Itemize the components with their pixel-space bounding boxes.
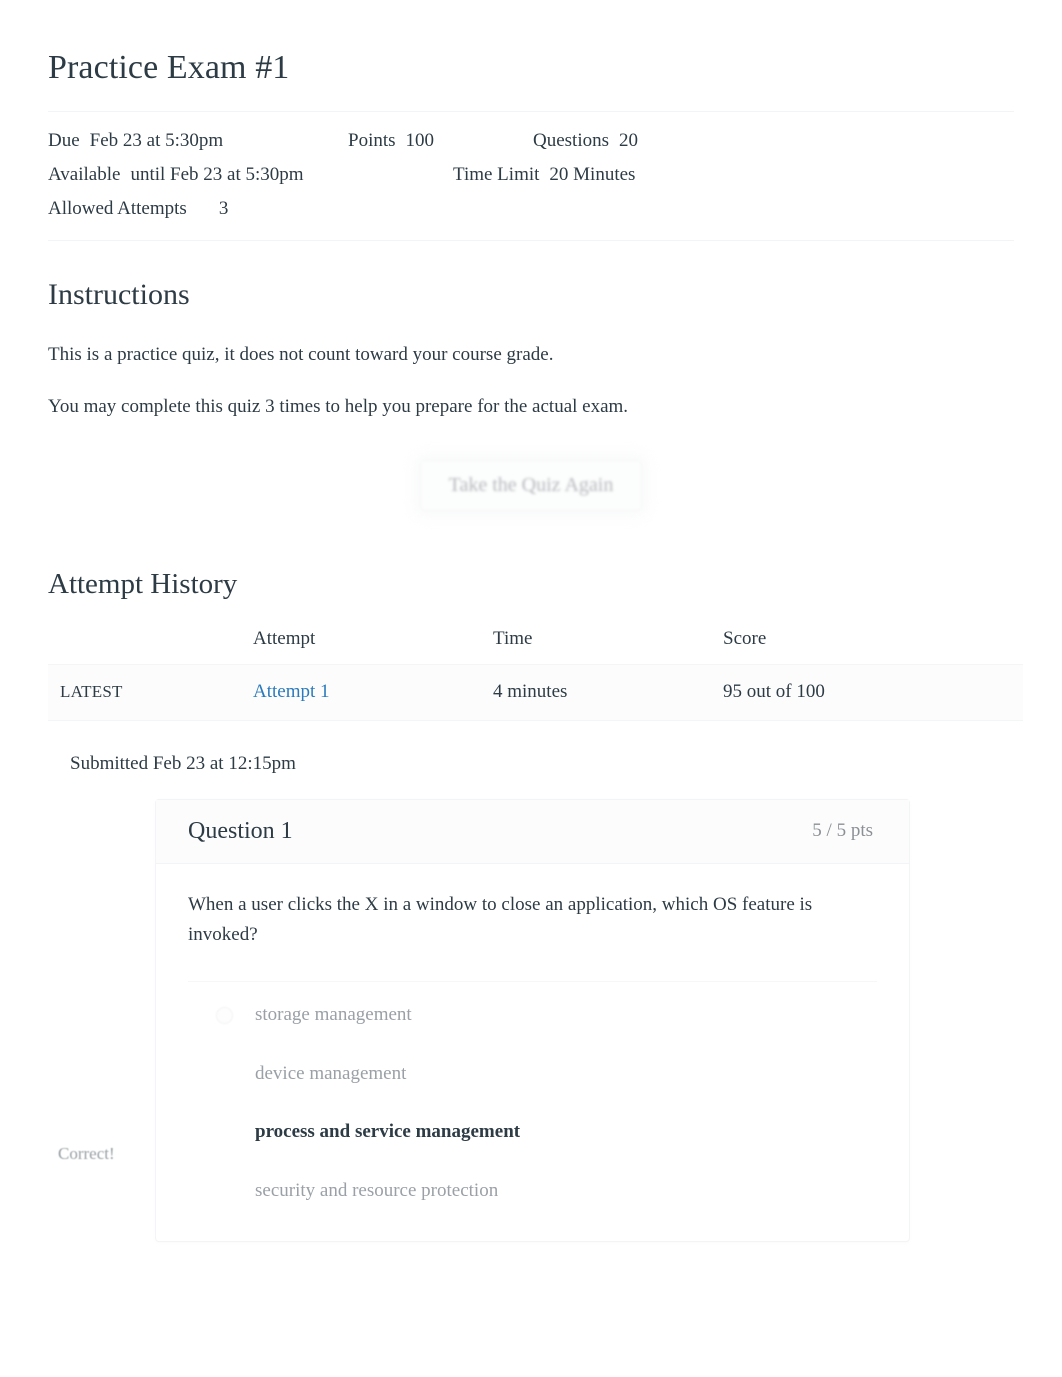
column-header-blank xyxy=(48,628,253,665)
answer-option-2[interactable]: device management xyxy=(188,1045,877,1104)
meta-allowed-attempts-value: 3 xyxy=(218,197,229,219)
question-card: Question 1 5 / 5 pts When a user clicks … xyxy=(155,798,910,1242)
attempt-history-heading: Attempt History xyxy=(48,567,238,600)
meta-points-label: Points xyxy=(348,129,396,151)
attempt-history-header-row: Attempt Time Score xyxy=(48,628,1023,665)
answer-option-2-label: device management xyxy=(255,1062,407,1084)
meta-time-limit-label: Time Limit xyxy=(453,163,540,185)
quiz-meta-row-3: Allowed Attempts 3 xyxy=(48,192,1014,226)
answer-option-4-label: security and resource protection xyxy=(255,1179,499,1201)
table-row: LATEST Attempt 1 4 minutes 95 out of 100 xyxy=(48,664,1023,721)
meta-questions: Questions 20 xyxy=(533,124,733,158)
meta-allowed-attempts: Allowed Attempts 3 xyxy=(48,192,228,226)
take-quiz-again-wrapper: Take the Quiz Again xyxy=(0,459,1062,511)
instructions-body: This is a practice quiz, it does not cou… xyxy=(0,341,1062,422)
quiz-meta-row-1: Due Feb 23 at 5:30pm Points 100 Question… xyxy=(48,124,1014,158)
status-badge: LATEST xyxy=(60,681,123,701)
meta-time-limit-value: 20 Minutes xyxy=(549,163,636,185)
meta-time-limit: Time Limit 20 Minutes xyxy=(453,158,635,192)
meta-due-label: Due xyxy=(48,129,80,151)
attempt-link-cell: Attempt 1 xyxy=(253,664,493,720)
meta-available: Available until Feb 23 at 5:30pm xyxy=(48,158,453,192)
question-text: When a user clicks the X in a window to … xyxy=(188,893,813,946)
meta-allowed-attempts-label: Allowed Attempts xyxy=(48,197,187,219)
question-correct-flag: Correct! xyxy=(58,1143,115,1163)
attempt-score-cell: 95 out of 100 xyxy=(723,680,825,702)
meta-questions-value: 20 xyxy=(619,129,638,151)
answer-option-1[interactable]: storage management xyxy=(188,986,877,1045)
answer-option-3-label: process and service management xyxy=(255,1121,521,1143)
page-title: Practice Exam #1 xyxy=(48,49,290,86)
quiz-meta-row-2: Available until Feb 23 at 5:30pm Time Li… xyxy=(48,158,1014,192)
submitted-timestamp: Submitted Feb 23 at 12:15pm xyxy=(70,752,296,774)
question-area: Correct! Question 1 5 / 5 pts When a use… xyxy=(0,798,1062,1242)
answer-list: storage management device management pro… xyxy=(188,981,877,1220)
question-body: When a user clicks the X in a window to … xyxy=(156,864,909,1241)
question-name: Question 1 xyxy=(188,817,293,844)
question-header: Question 1 5 / 5 pts xyxy=(156,799,909,864)
meta-available-value: until Feb 23 at 5:30pm xyxy=(130,163,304,185)
answer-option-4[interactable]: security and resource protection xyxy=(188,1162,877,1221)
radio-button-icon[interactable] xyxy=(216,1006,233,1024)
column-header-score: Score xyxy=(723,627,767,649)
attempt-history-table: Attempt Time Score LATEST Attempt 1 4 mi… xyxy=(48,628,1023,721)
meta-available-label: Available xyxy=(48,163,121,185)
instructions-heading: Instructions xyxy=(48,277,190,311)
instructions-paragraph-1: This is a practice quiz, it does not cou… xyxy=(48,343,554,365)
quiz-results-page: Practice Exam #1 Due Feb 23 at 5:30pm Po… xyxy=(0,0,1062,1242)
attempt-latest-badge-cell: LATEST xyxy=(48,664,253,720)
take-quiz-again-button[interactable]: Take the Quiz Again xyxy=(419,459,643,511)
attempt-time-cell: 4 minutes xyxy=(493,680,568,702)
attempt-history-tbody: LATEST Attempt 1 4 minutes 95 out of 100 xyxy=(48,664,1023,721)
attempt-history-thead: Attempt Time Score xyxy=(48,628,1023,665)
attempt-1-link[interactable]: Attempt 1 xyxy=(253,681,330,702)
meta-due-value: Feb 23 at 5:30pm xyxy=(89,129,224,151)
meta-due: Due Feb 23 at 5:30pm xyxy=(48,124,348,158)
meta-questions-label: Questions xyxy=(533,129,609,151)
meta-points-value: 100 xyxy=(405,129,435,151)
column-header-time: Time xyxy=(493,627,533,649)
answer-option-3[interactable]: process and service management xyxy=(188,1103,877,1162)
answer-option-1-label: storage management xyxy=(255,1004,412,1026)
instructions-paragraph-2: You may complete this quiz 3 times to he… xyxy=(48,396,629,418)
column-header-attempt: Attempt xyxy=(253,627,316,649)
question-points: 5 / 5 pts xyxy=(812,820,873,842)
meta-points: Points 100 xyxy=(348,124,533,158)
quiz-meta-block: Due Feb 23 at 5:30pm Points 100 Question… xyxy=(48,110,1014,241)
